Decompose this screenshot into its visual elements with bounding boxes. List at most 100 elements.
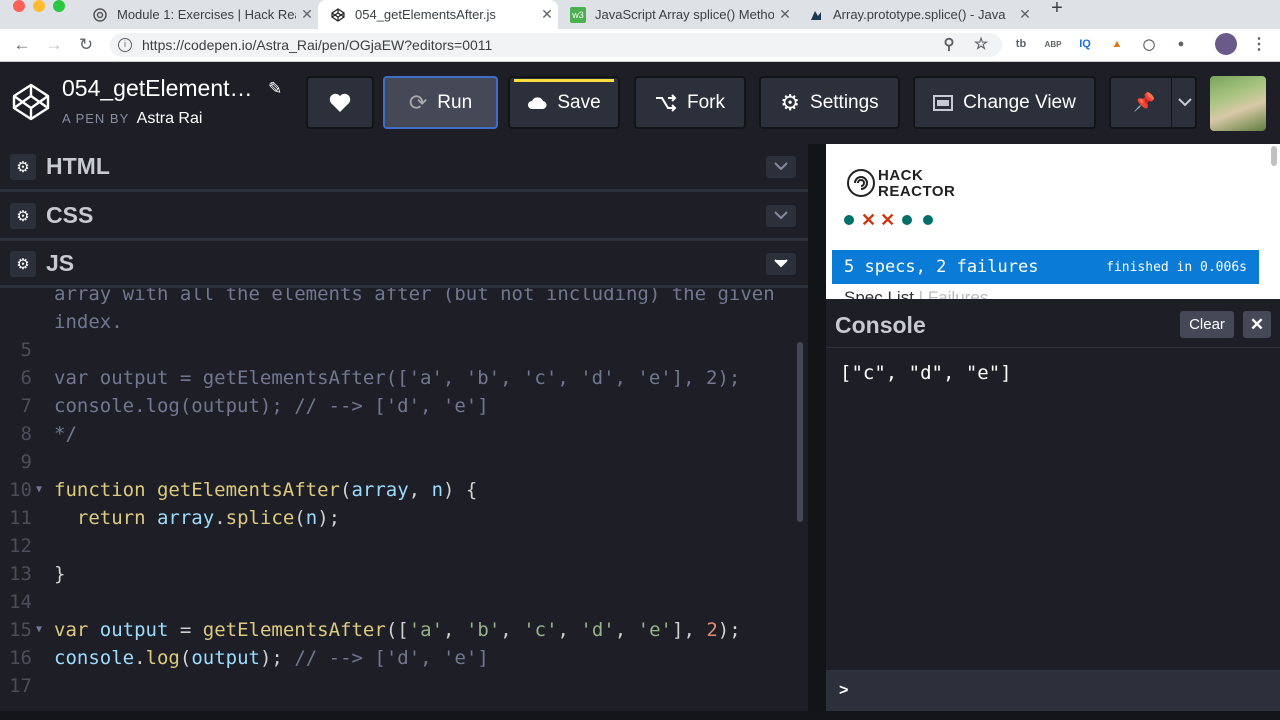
code-line[interactable]: 8 */ — [0, 420, 790, 448]
settings-button[interactable]: ⚙ Settings — [759, 76, 900, 129]
zoom-icon[interactable]: ⚲ — [938, 33, 960, 55]
browser-tab-mdn[interactable]: Array.prototype.splice() - Java ✕ — [796, 0, 1036, 29]
spec-pass-dot[interactable] — [844, 215, 854, 225]
code-line[interactable]: 13} — [0, 560, 790, 588]
code-text: array with all the elements after (but n… — [54, 288, 775, 305]
maximize-window-button[interactable] — [53, 0, 65, 12]
back-arrow-icon[interactable]: ← — [10, 29, 34, 61]
css-panel-chevron-down-icon[interactable] — [766, 204, 796, 227]
code-text: */ — [54, 423, 77, 445]
line-number: 7 — [20, 395, 32, 417]
close-tab-icon[interactable]: ✕ — [1014, 6, 1036, 23]
spec-pass-dot[interactable] — [923, 215, 934, 225]
browser-menu-icon[interactable]: ⋮ — [1248, 33, 1270, 55]
profile-avatar[interactable] — [1215, 33, 1237, 55]
close-tab-icon[interactable]: ✕ — [774, 6, 796, 23]
code-line[interactable]: 7 console.log(output); // --> ['d', 'e'] — [0, 392, 790, 420]
adblock-extension-icon[interactable]: ABP — [1042, 33, 1064, 55]
line-number: 16 — [9, 647, 32, 669]
user-avatar[interactable] — [1210, 76, 1266, 131]
editor-resize-divider[interactable] — [808, 144, 826, 712]
metamask-extension-icon[interactable]: ▲ — [1106, 33, 1128, 55]
spec-fail-x-icon[interactable]: ✕ — [880, 211, 895, 229]
preview-scrollbar[interactable] — [1271, 146, 1277, 166]
tab-title: 054_getElementsAfter.js — [355, 7, 496, 22]
save-button[interactable]: Save — [508, 76, 620, 129]
browser-tab-codepen[interactable]: 054_getElementsAfter.js ✕ — [318, 0, 558, 29]
location-extension-icon[interactable]: ● — [1170, 33, 1192, 55]
pen-title[interactable]: 054_getElement… — [62, 75, 253, 102]
css-settings-gear-icon[interactable]: ⚙ — [10, 202, 36, 229]
js-panel-chevron-down-icon[interactable] — [766, 252, 796, 275]
fold-arrow-icon[interactable]: ▼ — [36, 616, 42, 644]
code-line[interactable]: 9 — [0, 448, 790, 476]
console-input-area[interactable]: > — [826, 670, 1280, 712]
editor-scrollbar[interactable] — [797, 342, 803, 522]
code-line[interactable]: 10 ▼ function getElementsAfter(array, n) { — [0, 476, 790, 504]
chevron-down-icon[interactable] — [1171, 78, 1197, 127]
bookmark-star-icon[interactable]: ☆ — [970, 33, 992, 55]
console-clear-button[interactable]: Clear — [1180, 311, 1234, 338]
html-panel-header[interactable]: ⚙ HTML — [0, 144, 808, 192]
change-view-button[interactable]: Change View — [913, 76, 1096, 129]
code-line[interactable]: 12 — [0, 532, 790, 560]
pin-button[interactable]: 📌 — [1109, 76, 1197, 129]
reload-icon[interactable]: ↻ — [74, 29, 98, 61]
code-text: console.log(output); // --> ['d', 'e'] — [54, 395, 489, 417]
unsaved-indicator — [514, 79, 614, 82]
close-tab-icon[interactable]: ✕ — [536, 6, 558, 23]
code-line[interactable]: 17 — [0, 672, 790, 700]
js-settings-gear-icon[interactable]: ⚙ — [10, 250, 36, 277]
new-tab-icon[interactable]: + — [1046, 0, 1068, 22]
site-info-icon[interactable]: i — [118, 38, 132, 52]
sync-extension-icon[interactable]: ◯ — [1138, 33, 1160, 55]
edit-title-pencil-icon[interactable]: ✎ — [268, 79, 282, 99]
browser-tab-bar: Module 1: Exercises | Hack Rea ✕ 054_get… — [0, 0, 1280, 29]
forward-arrow-icon[interactable]: → — [42, 29, 66, 61]
html-panel-chevron-down-icon[interactable] — [766, 155, 796, 178]
code-text: function getElementsAfter(array, n) { — [54, 479, 478, 501]
minimize-window-button[interactable] — [33, 0, 45, 12]
line-number: 17 — [9, 675, 32, 697]
layout-icon — [933, 94, 954, 111]
css-panel-header[interactable]: ⚙ CSS — [0, 193, 808, 241]
code-line[interactable]: 11 return array.splice(n); — [0, 504, 790, 532]
codepen-logo-icon[interactable] — [12, 83, 50, 126]
js-code-editor[interactable]: array with all the elements after (but n… — [0, 288, 808, 712]
pen-author-link[interactable]: Astra Rai — [137, 110, 203, 127]
address-bar[interactable]: i https://codepen.io/Astra_Rai/pen/OGjaE… — [110, 33, 1002, 57]
close-tab-icon[interactable]: ✕ — [296, 6, 318, 23]
code-line[interactable]: 6 var output = getElementsAfter(['a', 'b'… — [0, 364, 790, 392]
hackreactor-logo-icon — [846, 168, 876, 203]
spec-list-link[interactable]: Spec List — [844, 288, 914, 299]
fold-arrow-icon[interactable]: ▼ — [36, 476, 42, 504]
code-line[interactable]: 14 — [0, 588, 790, 616]
browser-tab-hackreactor[interactable]: Module 1: Exercises | Hack Rea ✕ — [80, 0, 318, 29]
result-preview-frame[interactable]: HACK REACTOR ✕ ✕ 5 specs, 2 failures fin… — [826, 144, 1280, 299]
pen-byline: A PEN BY Astra Rai — [62, 110, 203, 127]
hackreactor-favicon-icon — [92, 7, 108, 23]
line-number: 15 — [9, 619, 32, 641]
js-panel-header[interactable]: ⚙ JS — [0, 242, 808, 288]
spec-pass-dot[interactable] — [902, 215, 913, 225]
code-line[interactable]: array with all the elements after (but n… — [0, 288, 790, 308]
toolbox-extension-icon[interactable]: tb — [1010, 33, 1032, 55]
close-window-button[interactable] — [13, 0, 25, 12]
code-line[interactable]: 16 console.log(output); // --> ['d', 'e'] — [0, 644, 790, 672]
console-close-icon[interactable]: ✕ — [1243, 311, 1271, 338]
html-settings-gear-icon[interactable]: ⚙ — [10, 153, 36, 180]
code-line[interactable]: 5 — [0, 336, 790, 364]
code-line[interactable]: index. — [0, 308, 790, 336]
iq-extension-icon[interactable]: IQ — [1074, 33, 1096, 55]
browser-tab-w3schools[interactable]: w3 JavaScript Array splice() Metho ✕ — [558, 0, 796, 29]
code-line[interactable]: 15 ▼ var output = getElementsAfter(['a', '… — [0, 616, 790, 644]
refresh-icon: ⟳ — [408, 89, 428, 115]
failures-link[interactable]: Failures — [928, 288, 988, 299]
bottom-status-bar — [0, 711, 1280, 720]
fork-button[interactable]: Fork — [634, 76, 746, 129]
run-button[interactable]: ⟳ Run — [383, 76, 498, 129]
spec-fail-x-icon[interactable]: ✕ — [861, 211, 876, 229]
line-number: 11 — [9, 507, 32, 529]
tab-title: Array.prototype.splice() - Java — [833, 7, 1006, 22]
love-button[interactable] — [306, 76, 374, 129]
